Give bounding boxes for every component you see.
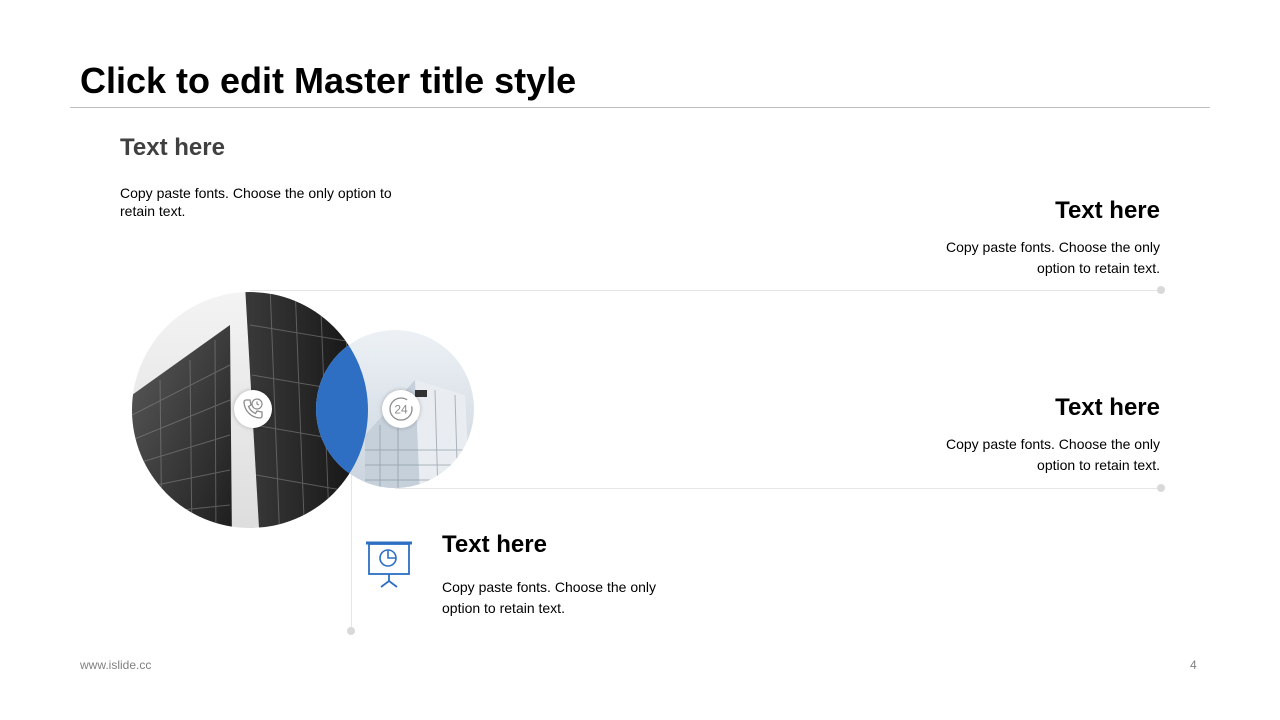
item-1-heading: Text here bbox=[120, 134, 225, 161]
24-hour-icon: 24 bbox=[382, 390, 420, 428]
phone-clock-icon bbox=[234, 390, 272, 428]
item-3-body: Copy paste fonts. Choose the only option… bbox=[945, 436, 1160, 473]
item-3-heading: Text here bbox=[1055, 394, 1160, 421]
connector-dot-middle bbox=[1157, 484, 1165, 492]
item-2-body: Copy paste fonts. Choose the only option… bbox=[945, 239, 1160, 276]
connector-line-middle bbox=[395, 488, 1162, 489]
item-4-body: Copy paste fonts. Choose the only option… bbox=[442, 579, 657, 616]
slide-title: Click to edit Master title style bbox=[80, 60, 577, 101]
presentation-chart-icon bbox=[366, 541, 412, 588]
item-1-body: Copy paste fonts. Choose the only option… bbox=[120, 185, 392, 219]
svg-text:24: 24 bbox=[394, 403, 408, 417]
connector-dot-bottom bbox=[347, 627, 355, 635]
page-number: 4 bbox=[1190, 658, 1197, 672]
title-divider bbox=[70, 107, 1210, 108]
item-2-heading: Text here bbox=[1055, 197, 1160, 224]
building-photo-circles bbox=[132, 292, 474, 528]
footer-url: www.islide.cc bbox=[80, 658, 152, 672]
connector-dot-top bbox=[1157, 286, 1165, 294]
